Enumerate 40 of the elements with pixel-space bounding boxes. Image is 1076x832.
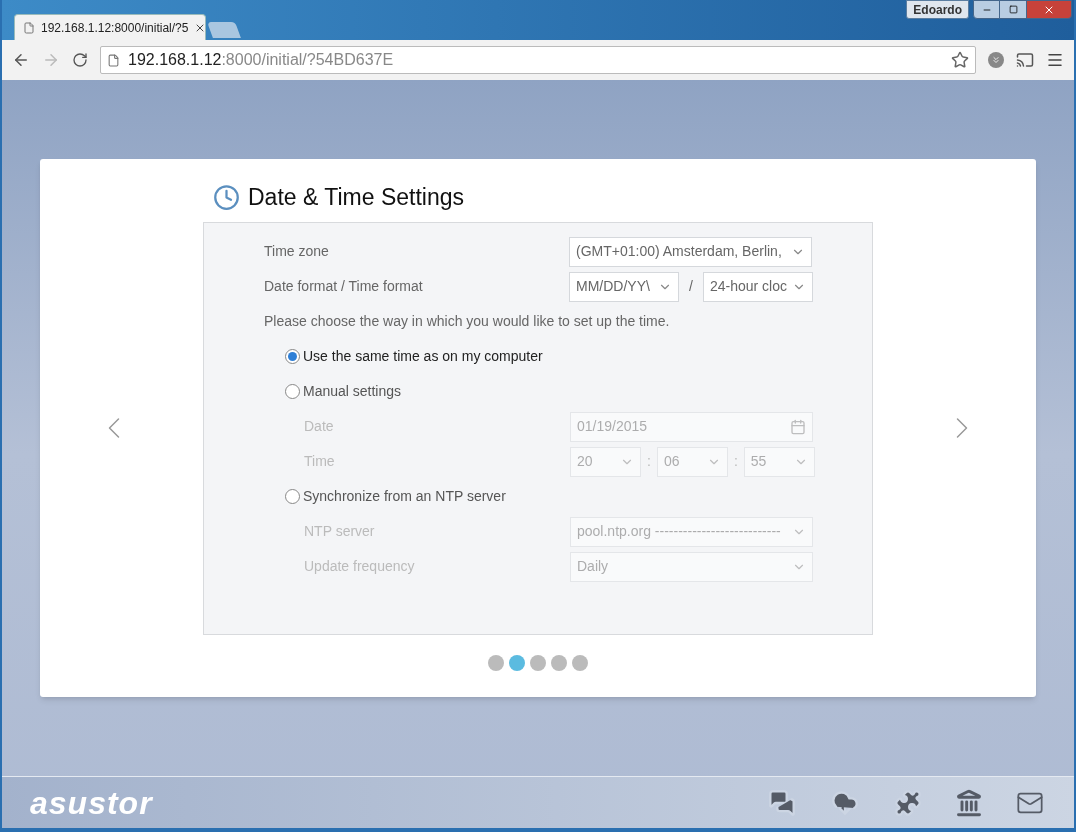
page-icon (23, 21, 35, 34)
calendar-icon (790, 418, 806, 435)
dropdown[interactable]: (GMT+01:00) Amsterdam, Berlin, (569, 236, 812, 267)
radio-button[interactable] (285, 349, 300, 364)
radio-label[interactable]: Use the same time as on my computer (303, 346, 543, 367)
dropdown[interactable]: MM/DD/YY\ (569, 271, 679, 302)
address-bar[interactable]: 192.168.1.12:8000/initial/?54BD637E (100, 46, 976, 74)
format-separator: / (689, 277, 693, 296)
brand-logo: asustor (30, 783, 153, 823)
field-label: NTP server (304, 522, 376, 541)
field-label: Time (304, 452, 336, 471)
chat-icon[interactable] (766, 788, 798, 817)
radio-button[interactable] (285, 489, 300, 504)
dropdown[interactable]: 24-hour cloc (702, 271, 813, 302)
field-label: Date (304, 417, 335, 436)
reload-icon[interactable] (72, 52, 88, 68)
field-label: Date format / Time format (264, 277, 424, 296)
radio-label[interactable]: Synchronize from an NTP server (303, 486, 506, 507)
page-title: Date & Time Settings (248, 182, 465, 212)
maximize-icon (1008, 5, 1018, 14)
page-icon (107, 53, 120, 67)
profile-button[interactable]: Edoardo (906, 0, 969, 19)
star-icon[interactable] (951, 51, 969, 69)
clock-icon (213, 183, 240, 211)
minimize-button[interactable] (973, 0, 1000, 19)
radio-button[interactable] (285, 384, 300, 399)
time-separator: : (732, 452, 739, 471)
field-label: Update frequency (304, 557, 416, 576)
cast-icon[interactable] (1016, 51, 1034, 69)
menu-icon[interactable] (1046, 51, 1064, 69)
browser-tab[interactable]: 192.168.1.12:8000/initial/?5 (14, 14, 206, 40)
radio-label[interactable]: Manual settings (303, 381, 402, 402)
time-separator: : (646, 452, 652, 471)
back-icon[interactable] (12, 51, 30, 69)
url-text: 192.168.1.12:8000/initial/?54BD637E (128, 50, 395, 70)
bank-icon[interactable] (954, 788, 984, 817)
field-label: Time zone (264, 242, 330, 261)
maximize-button[interactable] (1000, 0, 1026, 19)
instruction-text: Please choose the way in which you would like to set up the time. (264, 312, 671, 331)
extension-icon[interactable] (988, 52, 1004, 68)
